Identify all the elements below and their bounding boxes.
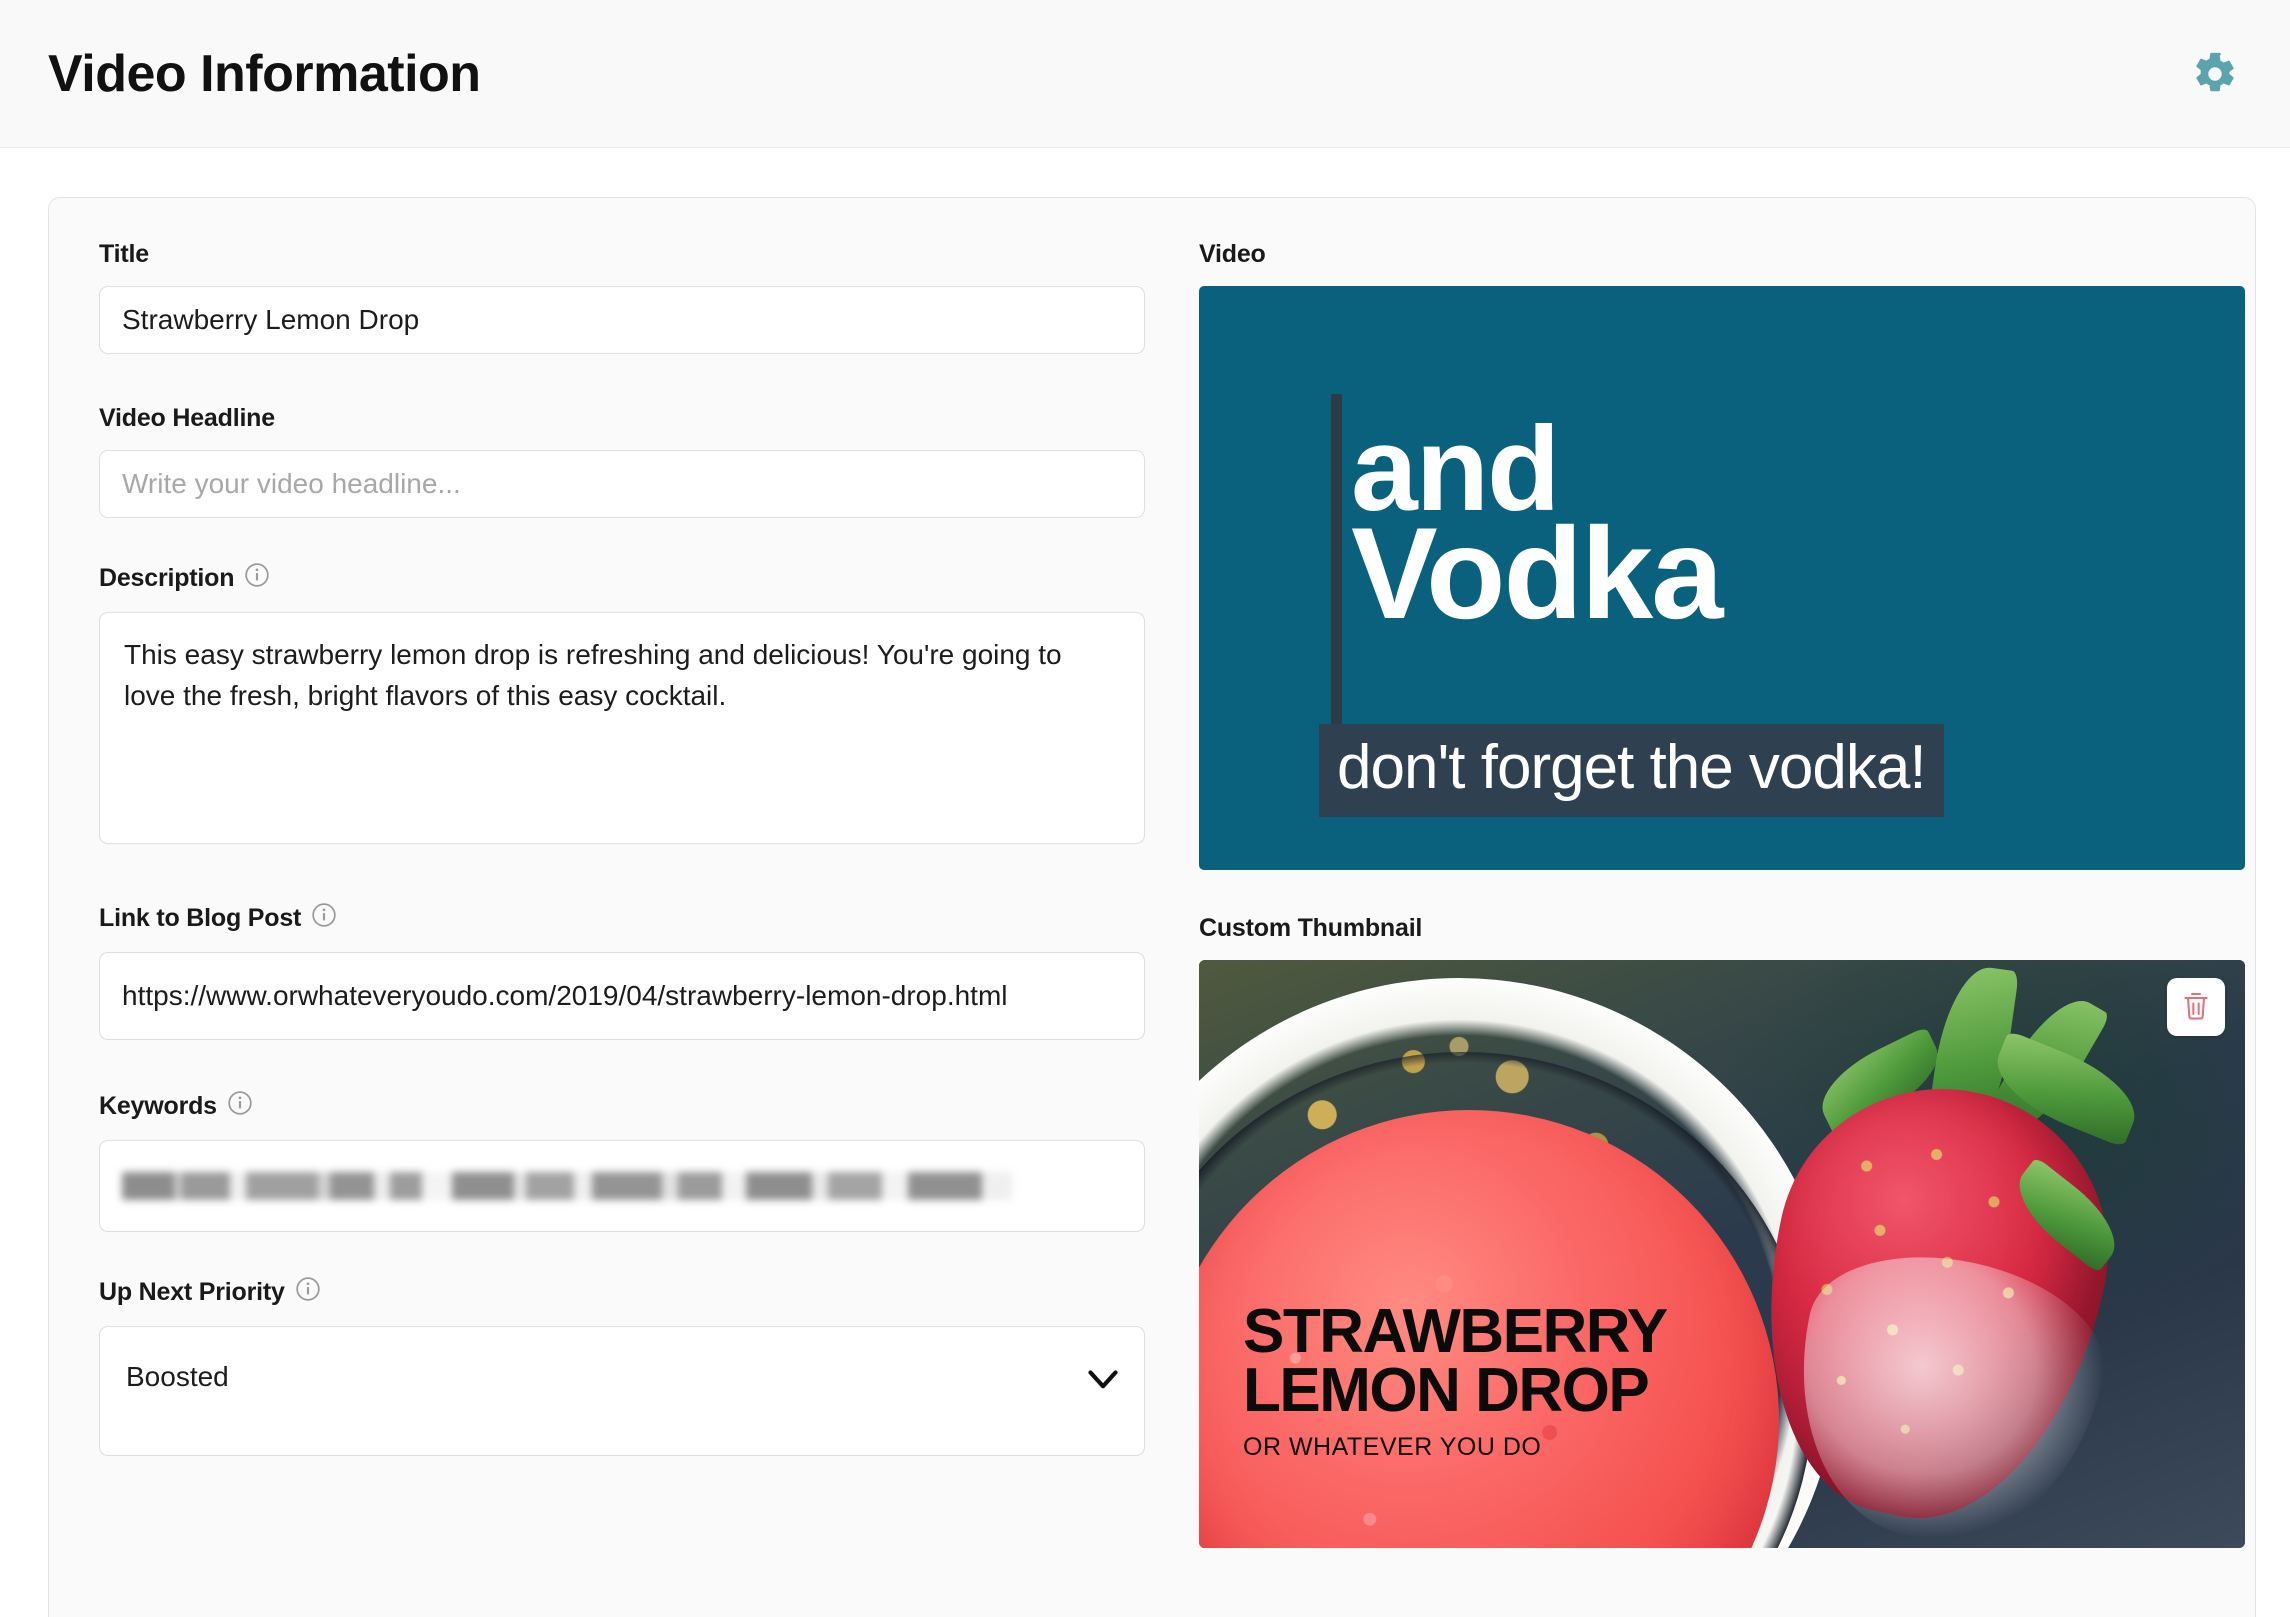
keywords-label-text: Keywords xyxy=(99,1092,217,1120)
title-input[interactable]: Strawberry Lemon Drop xyxy=(99,286,1145,354)
title-label-text: Title xyxy=(99,240,149,268)
redacted-keywords-text xyxy=(122,1172,1012,1200)
thumbnail-title-line2: LEMON DROP xyxy=(1243,1356,1650,1426)
custom-thumbnail-label-text: Custom Thumbnail xyxy=(1199,914,1423,942)
thumbnail-overlay-text: STRAWBERRY LEMON DROP OR WHATEVER YOU DO xyxy=(1243,1297,1668,1462)
up-next-priority-select[interactable]: Boosted xyxy=(99,1326,1145,1456)
video-accent-bar xyxy=(1331,394,1342,724)
title-label: Title xyxy=(99,240,1149,269)
custom-thumbnail-label: Custom Thumbnail xyxy=(1199,914,2249,943)
page-title: Video Information xyxy=(48,45,481,103)
video-headline-label: Video Headline xyxy=(99,404,1149,433)
video-label-text: Video xyxy=(1199,240,1266,268)
video-information-panel: Title Strawberry Lemon Drop Video Headli… xyxy=(48,197,2256,1617)
trash-icon xyxy=(2180,990,2212,1025)
keywords-label: Keywords xyxy=(99,1090,1149,1123)
info-icon[interactable] xyxy=(244,562,270,595)
video-overlay-tagline: don't forget the vodka! xyxy=(1319,724,1944,817)
info-icon[interactable] xyxy=(311,902,337,935)
video-label: Video xyxy=(1199,240,2249,269)
delete-thumbnail-button[interactable] xyxy=(2167,978,2225,1036)
field-title: Title Strawberry Lemon Drop xyxy=(99,240,1149,354)
up-next-priority-label: Up Next Priority xyxy=(99,1276,1149,1309)
description-label: Description xyxy=(99,562,1149,595)
up-next-priority-label-text: Up Next Priority xyxy=(99,1278,285,1306)
keywords-input[interactable] xyxy=(99,1140,1145,1232)
field-video-headline: Video Headline Write your video headline… xyxy=(99,404,1149,518)
video-headline-label-text: Video Headline xyxy=(99,404,275,432)
link-to-blog-post-label-text: Link to Blog Post xyxy=(99,904,302,932)
field-custom-thumbnail: Custom Thumbnail STRAWBERRY LEMON DROP O… xyxy=(1199,914,2249,1548)
info-icon[interactable] xyxy=(295,1276,321,1309)
field-keywords: Keywords xyxy=(99,1090,1149,1232)
thumbnail-title-line1: STRAWBERRY xyxy=(1243,1297,1668,1367)
field-link-to-blog-post: Link to Blog Post https://www.orwhatever… xyxy=(99,902,1149,1040)
link-to-blog-post-label: Link to Blog Post xyxy=(99,902,1149,935)
up-next-priority-value: Boosted xyxy=(126,1361,229,1392)
thumbnail-subtitle: OR WHATEVER YOU DO xyxy=(1243,1433,1542,1461)
video-headline-input[interactable]: Write your video headline... xyxy=(99,450,1145,518)
media-column: Video and Vodka don't forget the vodka! … xyxy=(1199,240,2249,1617)
description-textarea[interactable]: This easy strawberry lemon drop is refre… xyxy=(99,612,1145,844)
field-description: Description This easy strawberry lemon d… xyxy=(99,562,1149,844)
field-video: Video and Vodka don't forget the vodka! xyxy=(1199,240,2249,870)
app-header: Video Information xyxy=(0,0,2290,148)
form-column: Title Strawberry Lemon Drop Video Headli… xyxy=(99,240,1149,1617)
description-label-text: Description xyxy=(99,564,235,592)
video-overlay-line2: Vodka xyxy=(1351,500,1723,646)
info-icon[interactable] xyxy=(227,1090,253,1123)
chevron-down-icon[interactable] xyxy=(1088,1365,1118,1397)
video-preview[interactable]: and Vodka don't forget the vodka! xyxy=(1199,286,2245,870)
field-up-next-priority: Up Next Priority Boosted xyxy=(99,1276,1149,1456)
custom-thumbnail-preview[interactable]: STRAWBERRY LEMON DROP OR WHATEVER YOU DO xyxy=(1199,960,2245,1548)
link-to-blog-post-input[interactable]: https://www.orwhateveryoudo.com/2019/04/… xyxy=(99,952,1145,1040)
gear-icon xyxy=(2192,51,2238,97)
settings-button[interactable] xyxy=(2184,43,2246,105)
